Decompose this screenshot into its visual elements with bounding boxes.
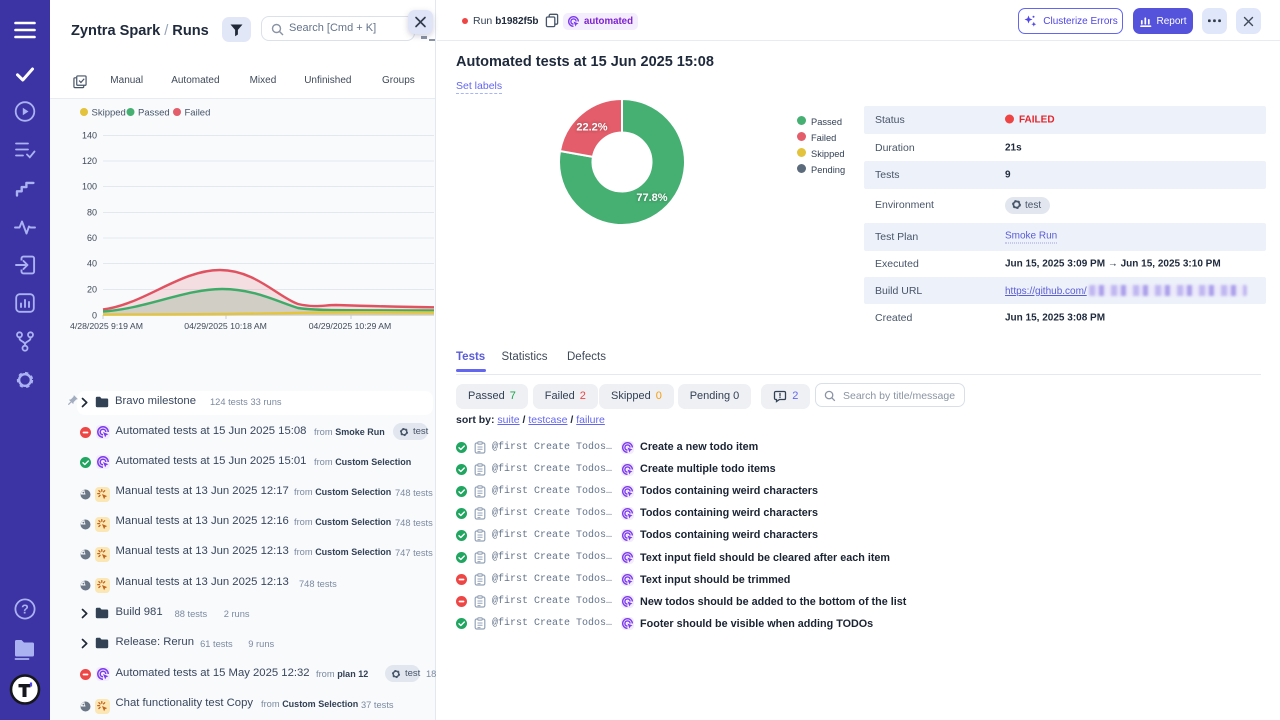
- svg-text:20: 20: [87, 285, 97, 295]
- svg-text:0: 0: [92, 311, 97, 321]
- svg-text:120: 120: [82, 156, 97, 166]
- svg-text:60: 60: [87, 233, 97, 243]
- svg-text:100: 100: [82, 182, 97, 192]
- svg-text:04/29/2025 10:29 AM: 04/29/2025 10:29 AM: [309, 321, 392, 331]
- svg-text:?: ?: [21, 603, 29, 617]
- svg-text:04/29/2025 10:18 AM: 04/29/2025 10:18 AM: [184, 321, 267, 331]
- svg-text:40: 40: [87, 259, 97, 269]
- svg-text:140: 140: [82, 131, 97, 141]
- svg-text:Skipped: Skipped: [92, 108, 126, 119]
- svg-text:4/28/2025 9:19 AM: 4/28/2025 9:19 AM: [70, 321, 143, 331]
- svg-text:Passed: Passed: [138, 108, 170, 119]
- svg-text:22.2%: 22.2%: [576, 122, 607, 134]
- svg-text:77.8%: 77.8%: [636, 192, 667, 204]
- svg-text:Failed: Failed: [185, 108, 211, 119]
- svg-text:80: 80: [87, 208, 97, 218]
